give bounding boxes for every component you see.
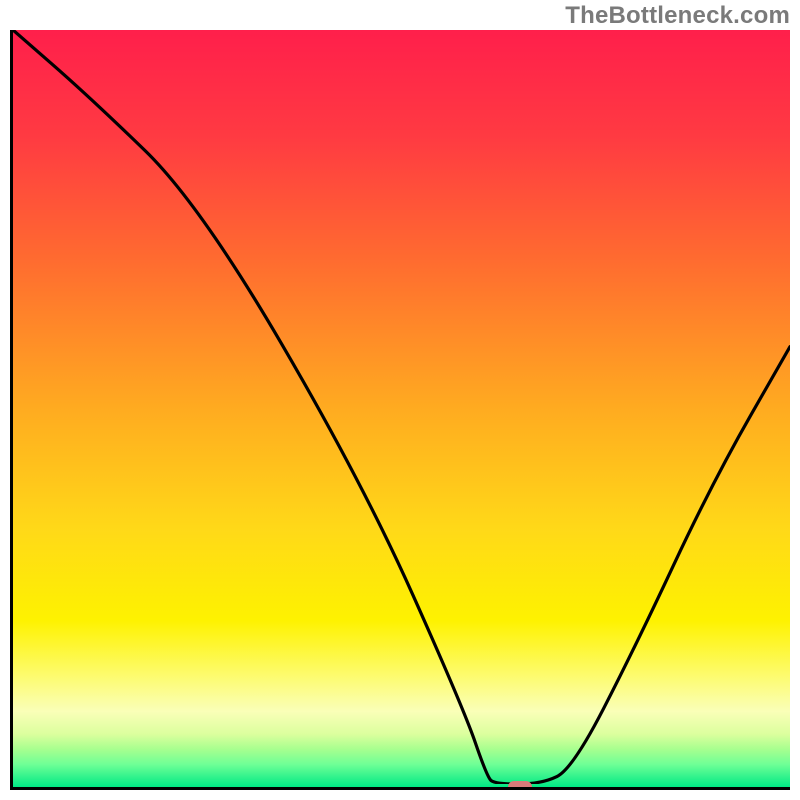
chart-canvas: TheBottleneck.com [0, 0, 800, 800]
watermark-text: TheBottleneck.com [565, 2, 790, 30]
optimal-point-marker [508, 781, 532, 790]
plot-area [10, 30, 790, 790]
heat-gradient [13, 30, 790, 787]
